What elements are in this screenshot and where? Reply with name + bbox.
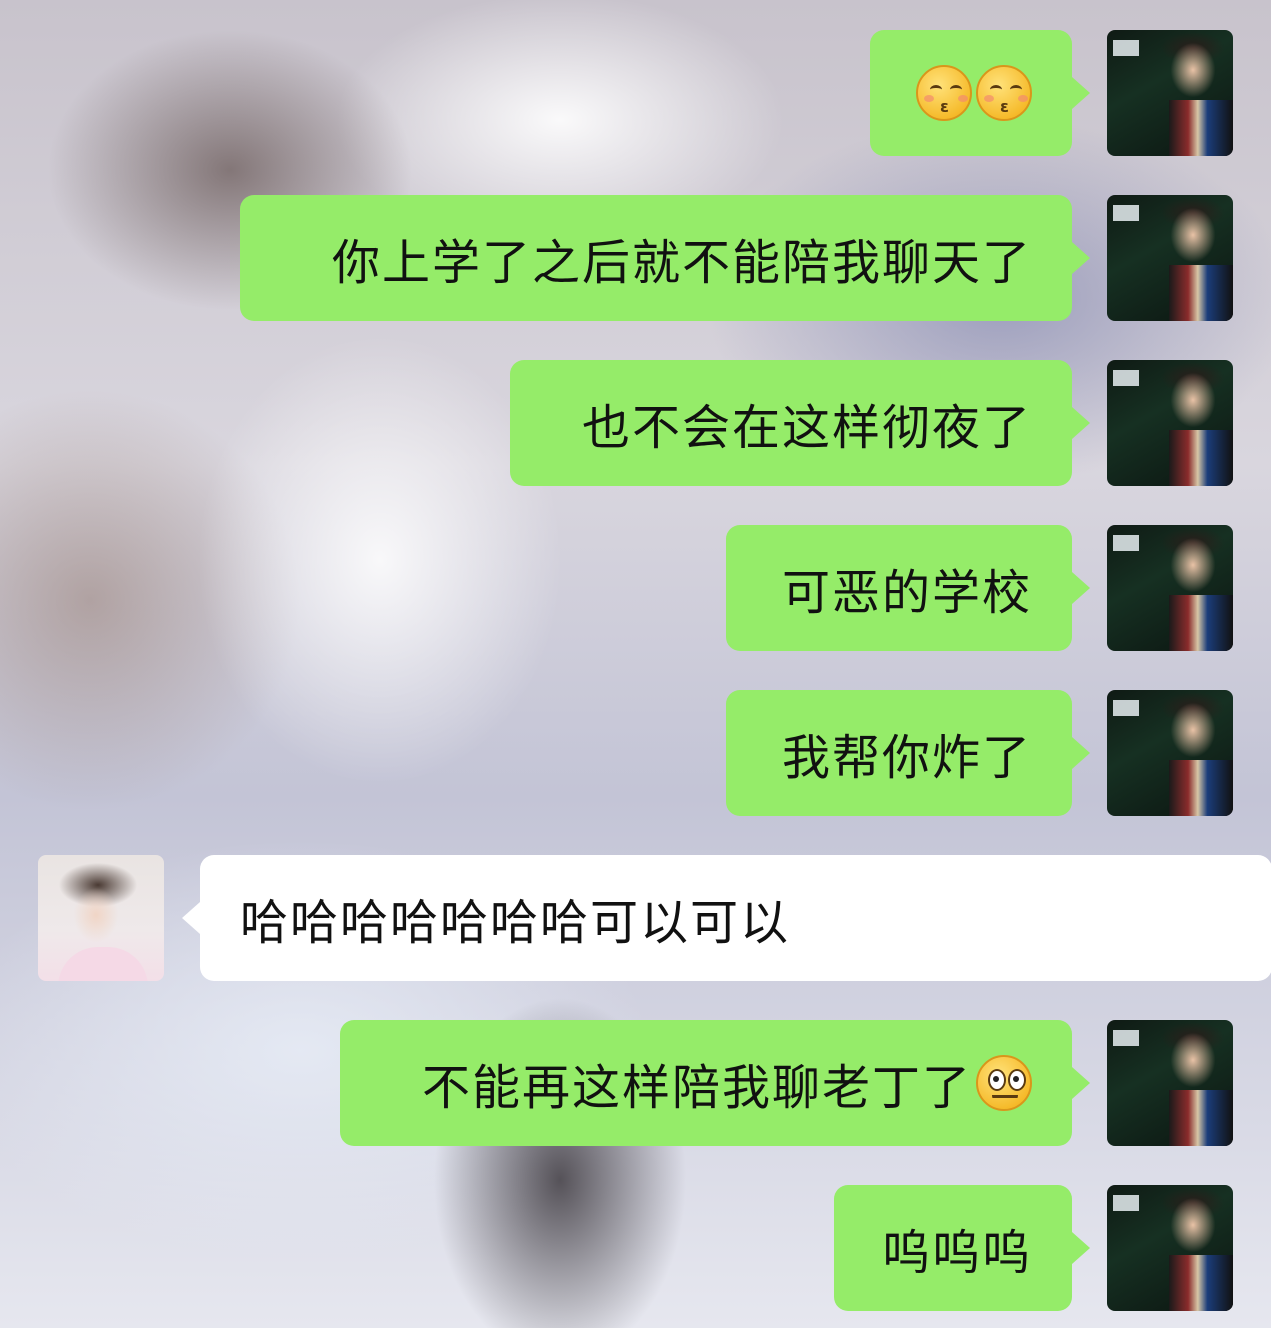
avatar-self[interactable]	[1107, 525, 1233, 651]
message-bubble[interactable]: 我帮你炸了	[726, 690, 1072, 816]
bubble-tail	[1072, 77, 1090, 109]
message-text: 不能再这样陪我聊老丁了	[421, 1060, 972, 1116]
bubble-tail	[1072, 242, 1090, 274]
avatar-contact[interactable]	[38, 855, 164, 981]
kissing-smiling-eyes-emoji-icon: ε	[916, 65, 972, 121]
message-bubble[interactable]: 呜呜呜	[834, 1185, 1072, 1311]
kissing-smiling-eyes-emoji-icon: ε	[976, 65, 1032, 121]
message-text: 可恶的学校	[781, 565, 1032, 621]
bubble-tail	[1072, 1232, 1090, 1264]
message-bubble[interactable]: 不能再这样陪我聊老丁了	[340, 1020, 1072, 1146]
avatar-self[interactable]	[1107, 360, 1233, 486]
avatar-self[interactable]	[1107, 30, 1233, 156]
message-bubble[interactable]: ε ε	[870, 30, 1072, 156]
bubble-tail	[1072, 572, 1090, 604]
avatar-self[interactable]	[1107, 690, 1233, 816]
message-bubble[interactable]: 也不会在这样彻夜了	[510, 360, 1072, 486]
message-bubble[interactable]: 你上学了之后就不能陪我聊天了	[240, 195, 1072, 321]
message-text: 你上学了之后就不能陪我聊天了	[331, 235, 1032, 291]
bubble-tail	[1072, 407, 1090, 439]
avatar-self[interactable]	[1107, 1020, 1233, 1146]
avatar-self[interactable]	[1107, 195, 1233, 321]
message-text: 也不会在这样彻夜了	[581, 400, 1032, 456]
message-text: 呜呜呜	[881, 1225, 1032, 1281]
bubble-tail	[1072, 1067, 1090, 1099]
bubble-tail	[182, 902, 200, 934]
melting-face-emoji-icon	[976, 1055, 1032, 1111]
message-bubble[interactable]: 可恶的学校	[726, 525, 1072, 651]
avatar-self[interactable]	[1107, 1185, 1233, 1311]
message-bubble[interactable]: 哈哈哈哈哈哈哈可以可以	[200, 855, 1271, 981]
bubble-tail	[1072, 737, 1090, 769]
message-text: 哈哈哈哈哈哈哈可以可以	[240, 895, 791, 951]
message-text: 我帮你炸了	[781, 730, 1032, 786]
